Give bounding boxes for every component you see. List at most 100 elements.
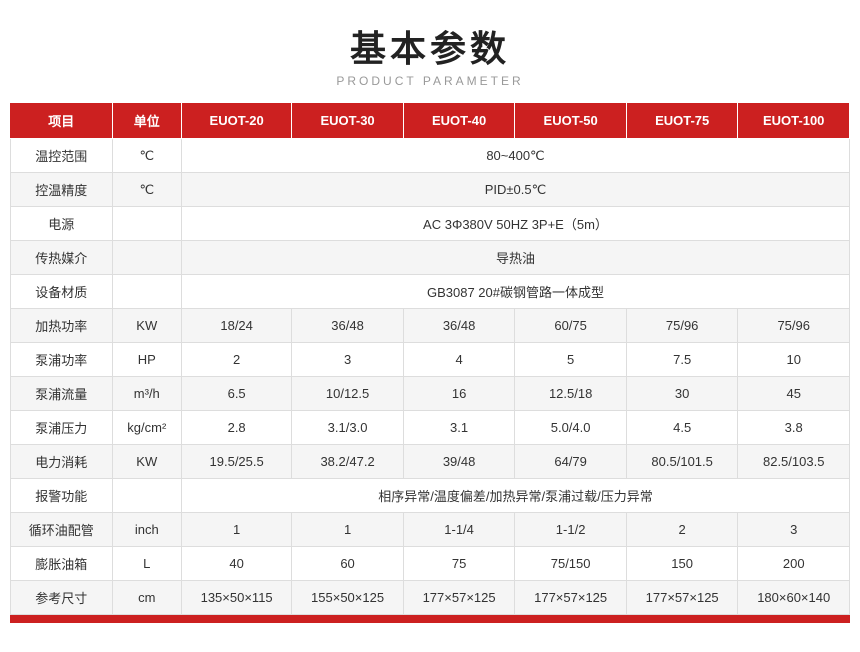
param-table: 项目单位EUOT-20EUOT-30EUOT-40EUOT-50EUOT-75E… — [10, 102, 850, 615]
row-unit-13: cm — [112, 581, 181, 615]
row-span-value-3: 导热油 — [181, 241, 849, 275]
row-value-11-1: 1 — [292, 513, 404, 547]
col-header-4: EUOT-40 — [403, 103, 515, 139]
row-label-6: 泵浦功率 — [11, 343, 113, 377]
row-value-8-5: 3.8 — [738, 411, 850, 445]
row-label-4: 设备材质 — [11, 275, 113, 309]
row-value-5-2: 36/48 — [403, 309, 515, 343]
row-value-7-3: 12.5/18 — [515, 377, 627, 411]
col-header-0: 项目 — [11, 103, 113, 139]
table-row: 传热媒介 导热油 — [11, 241, 850, 275]
row-value-6-5: 10 — [738, 343, 850, 377]
row-value-12-1: 60 — [292, 547, 404, 581]
row-value-9-3: 64/79 — [515, 445, 627, 479]
col-header-1: 单位 — [112, 103, 181, 139]
row-value-5-3: 60/75 — [515, 309, 627, 343]
table-row: 电源 AC 3Φ380V 50HZ 3P+E（5m） — [11, 207, 850, 241]
row-value-6-3: 5 — [515, 343, 627, 377]
row-value-13-3: 177×57×125 — [515, 581, 627, 615]
row-label-10: 报警功能 — [11, 479, 113, 513]
row-value-13-2: 177×57×125 — [403, 581, 515, 615]
row-unit-9: KW — [112, 445, 181, 479]
table-row: 泵浦功率HP23457.510 — [11, 343, 850, 377]
table-row: 泵浦压力kg/cm²2.83.1/3.03.15.0/4.04.53.8 — [11, 411, 850, 445]
row-unit-10 — [112, 479, 181, 513]
row-value-12-5: 200 — [738, 547, 850, 581]
row-unit-5: KW — [112, 309, 181, 343]
bottom-bar — [10, 615, 850, 623]
row-value-6-4: 7.5 — [626, 343, 738, 377]
table-wrap: 项目单位EUOT-20EUOT-30EUOT-40EUOT-50EUOT-75E… — [10, 102, 850, 623]
row-label-11: 循环油配管 — [11, 513, 113, 547]
row-value-9-2: 39/48 — [403, 445, 515, 479]
row-value-9-4: 80.5/101.5 — [626, 445, 738, 479]
row-value-6-0: 2 — [181, 343, 291, 377]
row-unit-2 — [112, 207, 181, 241]
row-label-1: 控温精度 — [11, 173, 113, 207]
row-value-9-1: 38.2/47.2 — [292, 445, 404, 479]
row-value-7-0: 6.5 — [181, 377, 291, 411]
row-value-9-5: 82.5/103.5 — [738, 445, 850, 479]
table-row: 泵浦流量m³/h6.510/12.51612.5/183045 — [11, 377, 850, 411]
row-label-2: 电源 — [11, 207, 113, 241]
row-value-5-4: 75/96 — [626, 309, 738, 343]
row-value-8-1: 3.1/3.0 — [292, 411, 404, 445]
row-label-7: 泵浦流量 — [11, 377, 113, 411]
row-value-6-2: 4 — [403, 343, 515, 377]
row-label-12: 膨胀油箱 — [11, 547, 113, 581]
row-unit-6: HP — [112, 343, 181, 377]
row-unit-0: ℃ — [112, 139, 181, 173]
row-value-11-4: 2 — [626, 513, 738, 547]
row-label-3: 传热媒介 — [11, 241, 113, 275]
row-label-9: 电力消耗 — [11, 445, 113, 479]
col-header-6: EUOT-75 — [626, 103, 738, 139]
col-header-7: EUOT-100 — [738, 103, 850, 139]
table-row: 循环油配管inch111-1/41-1/223 — [11, 513, 850, 547]
row-value-8-2: 3.1 — [403, 411, 515, 445]
row-unit-1: ℃ — [112, 173, 181, 207]
table-row: 控温精度℃PID±0.5℃ — [11, 173, 850, 207]
row-value-8-4: 4.5 — [626, 411, 738, 445]
title-section: 基本参数 PRODUCT PARAMETER — [336, 20, 523, 88]
row-value-11-5: 3 — [738, 513, 850, 547]
table-row: 加热功率KW18/2436/4836/4860/7575/9675/96 — [11, 309, 850, 343]
col-header-3: EUOT-30 — [292, 103, 404, 139]
row-span-value-0: 80~400℃ — [181, 139, 849, 173]
row-unit-7: m³/h — [112, 377, 181, 411]
table-row: 设备材质 GB3087 20#碳钢管路一体成型 — [11, 275, 850, 309]
col-header-5: EUOT-50 — [515, 103, 627, 139]
main-title: 基本参数 — [336, 20, 523, 72]
row-label-5: 加热功率 — [11, 309, 113, 343]
row-unit-8: kg/cm² — [112, 411, 181, 445]
row-unit-11: inch — [112, 513, 181, 547]
table-row: 电力消耗KW19.5/25.538.2/47.239/4864/7980.5/1… — [11, 445, 850, 479]
row-value-11-3: 1-1/2 — [515, 513, 627, 547]
row-value-12-4: 150 — [626, 547, 738, 581]
row-value-5-1: 36/48 — [292, 309, 404, 343]
sub-title: PRODUCT PARAMETER — [336, 74, 523, 88]
row-span-value-10: 相序异常/温度偏差/加热异常/泵浦过载/压力异常 — [181, 479, 849, 513]
row-value-5-5: 75/96 — [738, 309, 850, 343]
row-value-7-5: 45 — [738, 377, 850, 411]
row-value-11-2: 1-1/4 — [403, 513, 515, 547]
row-label-13: 参考尺寸 — [11, 581, 113, 615]
row-span-value-2: AC 3Φ380V 50HZ 3P+E（5m） — [181, 207, 849, 241]
row-value-8-0: 2.8 — [181, 411, 291, 445]
table-row: 温控范围℃80~400℃ — [11, 139, 850, 173]
row-value-8-3: 5.0/4.0 — [515, 411, 627, 445]
row-value-12-2: 75 — [403, 547, 515, 581]
row-unit-3 — [112, 241, 181, 275]
table-row: 参考尺寸cm135×50×115155×50×125177×57×125177×… — [11, 581, 850, 615]
row-value-13-5: 180×60×140 — [738, 581, 850, 615]
row-label-8: 泵浦压力 — [11, 411, 113, 445]
row-span-value-4: GB3087 20#碳钢管路一体成型 — [181, 275, 849, 309]
row-value-7-1: 10/12.5 — [292, 377, 404, 411]
row-span-value-1: PID±0.5℃ — [181, 173, 849, 207]
row-value-13-0: 135×50×115 — [181, 581, 291, 615]
row-unit-4 — [112, 275, 181, 309]
row-value-12-0: 40 — [181, 547, 291, 581]
table-row: 报警功能 相序异常/温度偏差/加热异常/泵浦过载/压力异常 — [11, 479, 850, 513]
row-value-5-0: 18/24 — [181, 309, 291, 343]
row-value-9-0: 19.5/25.5 — [181, 445, 291, 479]
row-value-13-1: 155×50×125 — [292, 581, 404, 615]
